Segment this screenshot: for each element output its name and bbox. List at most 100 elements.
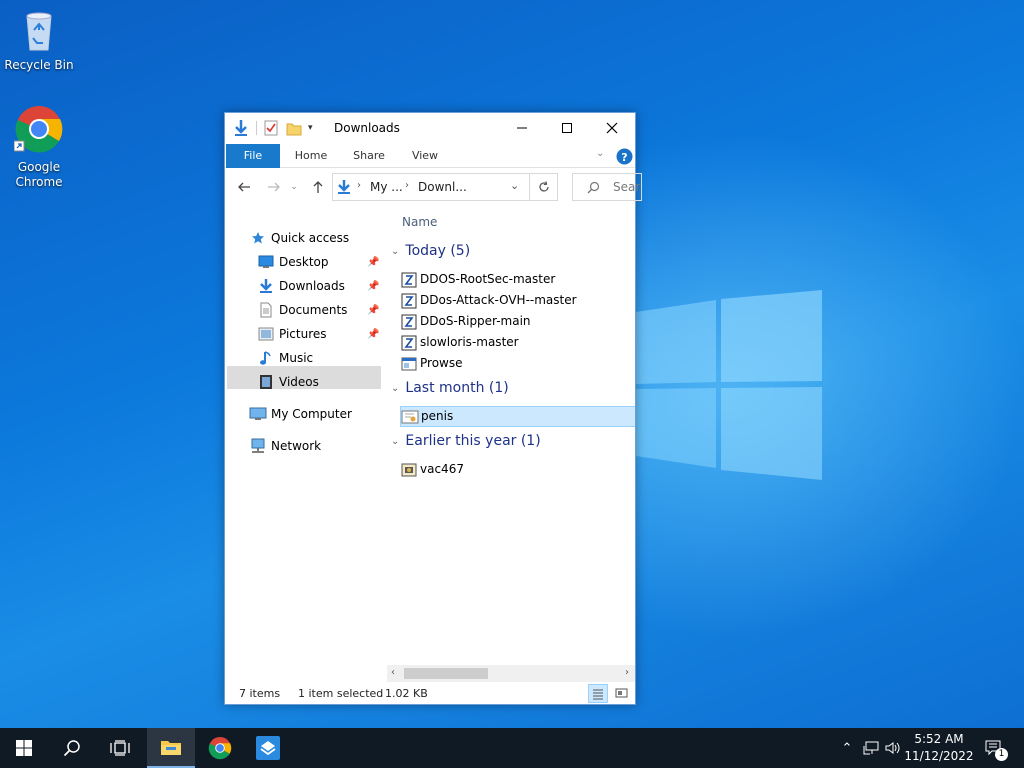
group-header-last-month[interactable]: ⌄ Last month (1) [391,380,509,396]
collapse-chevron-icon: ⌄ [391,245,400,257]
group-label: Earlier this year (1) [405,433,541,449]
new-folder-icon[interactable] [286,120,302,136]
maximize-icon [562,123,572,133]
back-button[interactable] [233,177,255,197]
tray-overflow-button[interactable]: ⌃ [838,728,856,768]
group-label: Last month (1) [405,380,509,396]
group-header-today[interactable]: ⌄ Today (5) [391,243,470,259]
file-row[interactable]: DDoS-Ripper-main [400,311,635,332]
tab-home[interactable]: Home [287,144,335,168]
ribbon-expand-icon[interactable]: ⌄ [596,148,604,159]
taskbar-app[interactable] [244,728,292,768]
scroll-right-icon[interactable]: › [625,667,629,678]
pin-icon[interactable]: 📌 [367,257,379,268]
recycle-bin-label: Recycle Bin [4,58,74,72]
nav-item-music[interactable]: Music [257,347,313,369]
zip-folder-icon [400,293,418,309]
clock-time: 5:52 AM [914,732,964,746]
up-arrow-icon [313,181,323,193]
desktop-icon-recycle-bin[interactable]: Recycle Bin [1,8,77,73]
horizontal-scrollbar[interactable]: ‹ › [387,665,635,682]
network-tray-button[interactable] [860,728,882,768]
search-box[interactable]: Sear [572,173,642,201]
address-bar[interactable]: › My ... › Downl... ⌄ [332,173,530,201]
nav-item-videos[interactable]: Videos [257,371,319,393]
file-row[interactable]: slowloris-master [400,332,635,353]
music-folder-icon [257,350,275,366]
group-header-earlier-this-year[interactable]: ⌄ Earlier this year (1) [391,433,541,449]
nav-item-pictures[interactable]: Pictures [257,323,327,345]
help-icon[interactable]: ? [616,148,633,165]
column-header-name[interactable]: Name [402,215,437,229]
ribbon-tabs: File Home Share View ⌄ ? [225,144,635,168]
action-center-button[interactable]: 1 [980,728,1008,768]
nav-item-desktop[interactable]: Desktop [257,251,329,273]
nav-label-videos: Videos [279,375,319,389]
recent-locations-icon[interactable]: ⌄ [287,177,301,197]
file-row-selected[interactable]: penis [400,406,635,427]
scroll-left-icon[interactable]: ‹ [391,667,395,678]
nav-label-pictures: Pictures [279,327,327,341]
qat-dropdown-icon[interactable]: ▾ [308,123,313,133]
refresh-icon [538,181,549,192]
up-button[interactable] [307,177,329,197]
taskbar-clock[interactable]: 5:52 AM 11/12/2022 [900,731,978,765]
nav-item-downloads[interactable]: Downloads [257,275,345,297]
tab-view[interactable]: View [401,144,449,168]
clock-date: 11/12/2022 [904,749,974,763]
file-row[interactable]: Prowse [400,353,635,374]
documents-folder-icon [257,302,275,318]
minimize-button[interactable] [499,113,545,143]
search-button[interactable] [48,728,96,768]
window-title: Downloads [334,121,400,135]
nav-label-desktop: Desktop [279,255,329,269]
scrollbar-thumb[interactable] [404,668,488,679]
breadcrumb-downloads[interactable]: Downl... [418,180,467,194]
breadcrumb-my-computer[interactable]: My ... [370,180,403,194]
forward-button[interactable] [263,177,285,197]
pin-icon[interactable]: 📌 [367,305,379,316]
file-row[interactable]: vac467 [400,459,635,480]
chrome-icon [13,106,63,153]
downloads-folder-icon [257,278,275,294]
nav-item-documents[interactable]: Documents [257,299,347,321]
search-placeholder: Sear [613,180,641,194]
computer-icon [249,406,267,422]
taskbar-file-explorer[interactable] [147,728,195,768]
pin-icon[interactable]: 📌 [367,329,379,340]
address-dropdown-icon[interactable]: ⌄ [510,179,519,192]
file-explorer-window[interactable]: ▾ Downloads File Home Share View ⌄ ? ⌄ ›… [224,112,642,705]
refresh-button[interactable] [530,173,558,201]
details-view-icon [593,689,603,700]
maximize-button[interactable] [544,113,590,143]
chevron-up-icon: ⌃ [841,740,853,756]
status-size: 1.02 KB [385,687,428,700]
star-icon [249,230,267,246]
file-row[interactable]: DDos-Attack-OVH--master [400,290,635,311]
network-icon [249,438,267,454]
nav-my-computer[interactable]: My Computer [249,403,352,425]
nav-label-downloads: Downloads [279,279,345,293]
nav-quick-access[interactable]: Quick access [249,227,349,249]
taskbar-chrome[interactable] [196,728,244,768]
pin-icon[interactable]: 📌 [367,281,379,292]
nav-network[interactable]: Network [249,435,321,457]
pictures-folder-icon [257,326,275,342]
navigation-bar: ⌄ › My ... › Downl... ⌄ Sear [225,169,642,205]
tab-share[interactable]: Share [345,144,393,168]
svg-text:?: ? [621,151,627,164]
task-view-button[interactable] [96,728,144,768]
nav-label-music: Music [279,351,314,365]
close-button[interactable] [589,113,635,143]
details-view-button[interactable] [588,684,608,703]
large-icons-view-button[interactable] [612,684,632,703]
navigation-pane: Quick access Desktop 📌 Downloads 📌 Docum… [225,205,385,665]
start-button[interactable] [0,728,48,768]
back-arrow-icon [238,182,250,192]
file-name: DDOS-RootSec-master [420,272,556,286]
desktop-icon-google-chrome[interactable]: Google Chrome [1,104,77,190]
file-row[interactable]: DDOS-RootSec-master [400,269,635,290]
tab-file[interactable]: File [226,144,280,168]
title-bar[interactable]: ▾ Downloads [225,113,635,144]
properties-icon[interactable] [264,120,278,136]
